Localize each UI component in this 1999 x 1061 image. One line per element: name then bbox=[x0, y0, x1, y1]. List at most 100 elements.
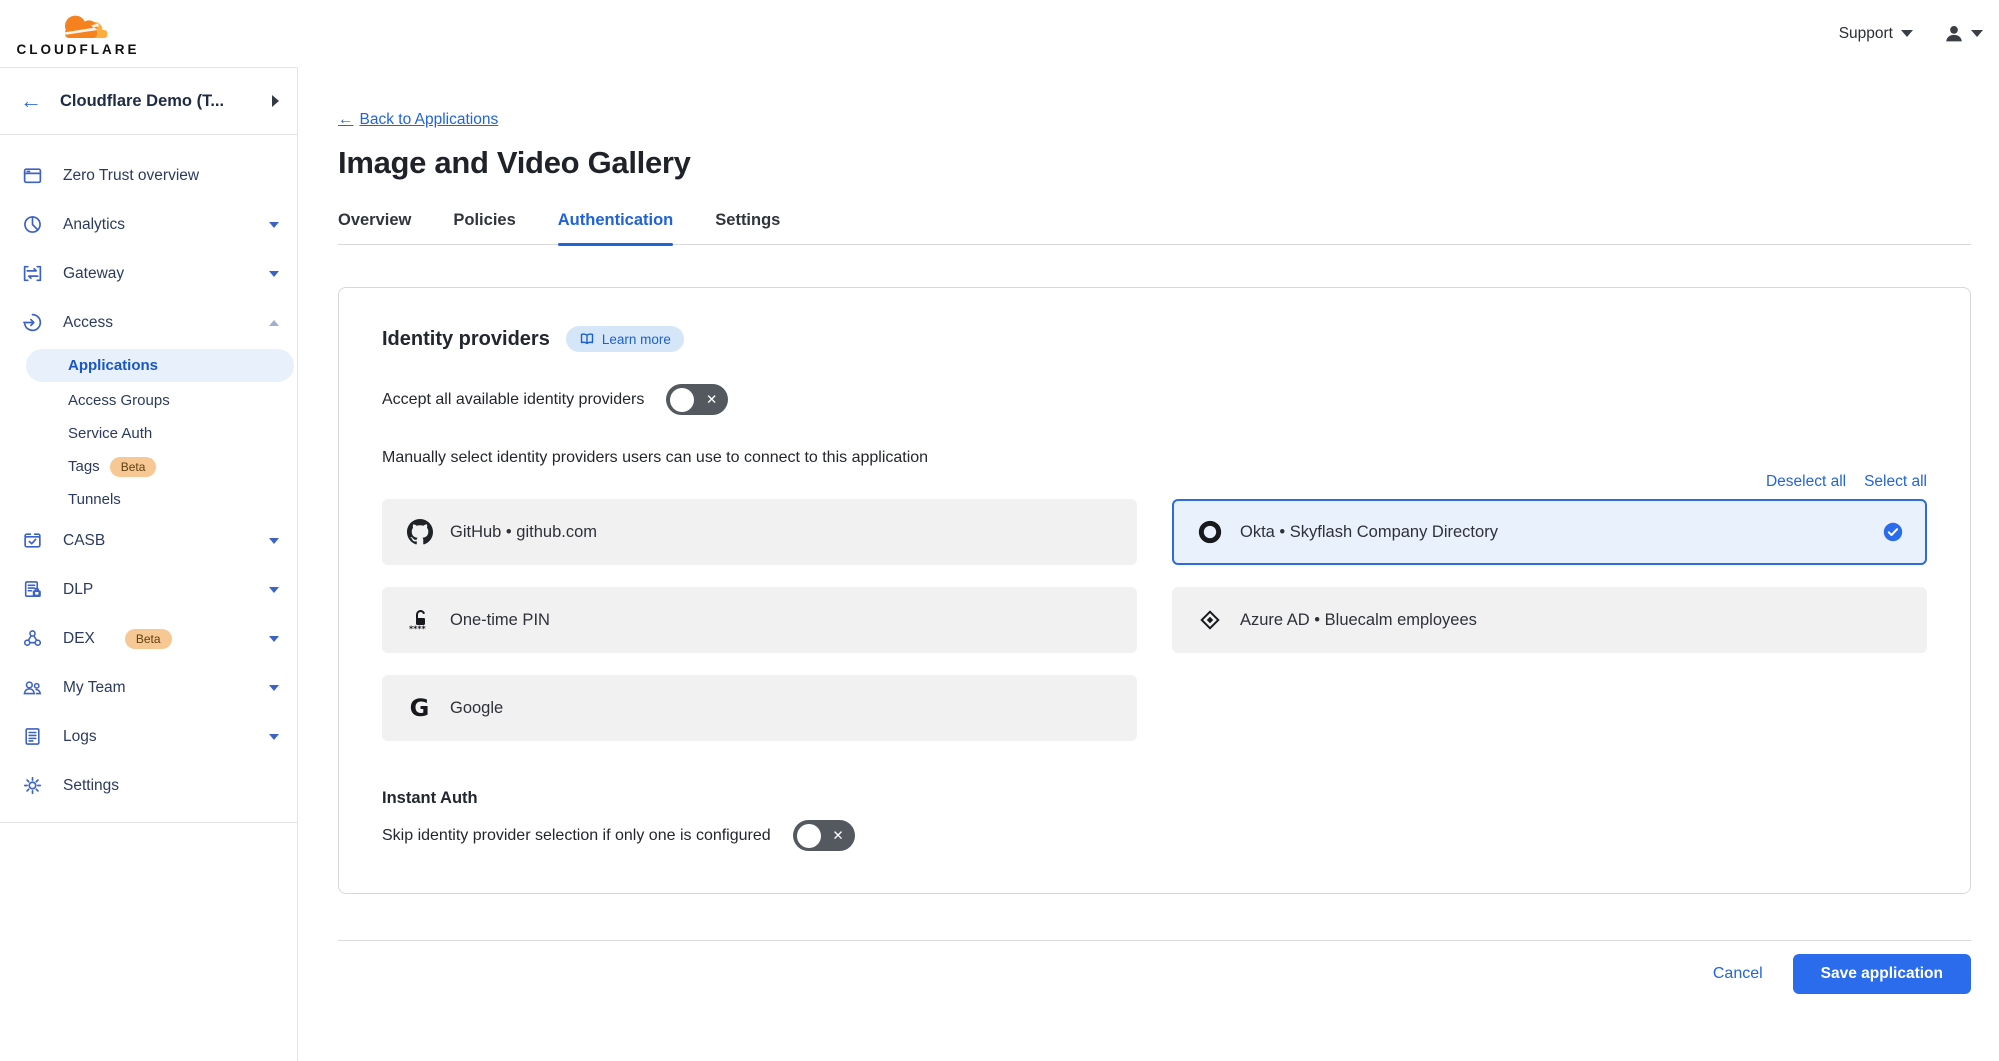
provider-card-google[interactable]: G Google bbox=[382, 675, 1137, 741]
svg-text:****: **** bbox=[409, 625, 427, 634]
dex-network-icon bbox=[22, 628, 43, 649]
tab-bar: Overview Policies Authentication Setting… bbox=[338, 211, 1971, 245]
provider-card-azure-ad[interactable]: Azure AD • Bluecalm employees bbox=[1172, 587, 1927, 653]
sidebar-item-label: Access bbox=[63, 314, 113, 332]
provider-card-one-time-pin[interactable]: **** One-time PIN bbox=[382, 587, 1137, 653]
sidebar-item-applications[interactable]: Applications bbox=[26, 349, 294, 382]
sidebar-item-tunnels[interactable]: Tunnels bbox=[0, 483, 297, 516]
okta-icon bbox=[1196, 519, 1223, 546]
chevron-right-icon[interactable] bbox=[272, 95, 279, 107]
sidebar-item-label: Analytics bbox=[63, 216, 125, 234]
support-menu[interactable]: Support bbox=[1839, 25, 1913, 43]
dlp-document-lock-icon bbox=[22, 579, 43, 600]
chevron-down-icon bbox=[269, 271, 279, 277]
chevron-down-icon bbox=[269, 538, 279, 544]
sidebar-item-logs[interactable]: Logs bbox=[0, 712, 297, 761]
chevron-down-icon bbox=[269, 222, 279, 228]
chevron-down-icon bbox=[269, 587, 279, 593]
azure-ad-icon bbox=[1196, 607, 1223, 634]
cloudflare-logo-text: CLOUDFLARE bbox=[17, 42, 140, 57]
provider-name: Azure AD • Bluecalm employees bbox=[1240, 611, 1477, 630]
learn-more-badge[interactable]: Learn more bbox=[566, 326, 684, 352]
sidebar-item-label: CASB bbox=[63, 532, 105, 550]
provider-card-okta[interactable]: Okta • Skyflash Company Directory bbox=[1172, 499, 1927, 565]
tab-overview[interactable]: Overview bbox=[338, 211, 411, 244]
page-title: Image and Video Gallery bbox=[338, 145, 1971, 181]
sidebar-item-my-team[interactable]: My Team bbox=[0, 663, 297, 712]
chevron-down-icon bbox=[269, 685, 279, 691]
learn-more-label: Learn more bbox=[602, 332, 671, 347]
sidebar-item-label: DLP bbox=[63, 581, 93, 599]
accept-all-label: Accept all available identity providers bbox=[382, 391, 644, 409]
tab-settings[interactable]: Settings bbox=[715, 211, 780, 244]
beta-badge: Beta bbox=[125, 629, 172, 649]
book-icon bbox=[579, 331, 595, 347]
window-icon bbox=[22, 165, 43, 186]
sidebar-item-gateway[interactable]: Gateway bbox=[0, 249, 297, 298]
account-name[interactable]: Cloudflare Demo (T... bbox=[60, 92, 224, 111]
toggle-knob bbox=[797, 824, 821, 848]
sidebar-item-casb[interactable]: CASB bbox=[0, 516, 297, 565]
footer-action-bar: Cancel Save application bbox=[338, 941, 1971, 1007]
tab-policies[interactable]: Policies bbox=[453, 211, 515, 244]
sidebar-item-label: Service Auth bbox=[68, 425, 152, 442]
card-title: Identity providers bbox=[382, 328, 550, 351]
sidebar-item-label: Applications bbox=[68, 357, 158, 374]
back-arrow-icon[interactable]: ← bbox=[20, 90, 42, 112]
cloudflare-cloud-icon bbox=[53, 11, 117, 41]
deselect-all-link[interactable]: Deselect all bbox=[1766, 473, 1846, 491]
sidebar-item-dex[interactable]: DEX Beta bbox=[0, 614, 297, 663]
save-application-button[interactable]: Save application bbox=[1793, 954, 1971, 994]
cancel-button[interactable]: Cancel bbox=[1713, 965, 1763, 983]
gateway-icon bbox=[22, 263, 43, 284]
user-icon bbox=[1943, 23, 1965, 45]
sidebar-account-header: ← Cloudflare Demo (T... bbox=[0, 68, 297, 135]
sidebar-item-service-auth[interactable]: Service Auth bbox=[0, 417, 297, 450]
sidebar-item-label: Access Groups bbox=[68, 392, 170, 409]
instant-auth-label: Skip identity provider selection if only… bbox=[382, 827, 771, 845]
user-menu[interactable] bbox=[1943, 23, 1983, 45]
sidebar: ← Cloudflare Demo (T... Zero Trust overv… bbox=[0, 67, 298, 1061]
provider-grid: GitHub • github.com Okta • Skyflash Comp… bbox=[382, 499, 1927, 741]
sidebar-item-dlp[interactable]: DLP bbox=[0, 565, 297, 614]
sidebar-item-label: Gateway bbox=[63, 265, 124, 283]
sidebar-item-label: DEX bbox=[63, 630, 95, 648]
chevron-down-icon bbox=[269, 734, 279, 740]
provider-card-github[interactable]: GitHub • github.com bbox=[382, 499, 1137, 565]
chevron-down-icon bbox=[1901, 30, 1913, 37]
sidebar-item-tags[interactable]: Tags Beta bbox=[0, 450, 297, 483]
selected-check-icon bbox=[1883, 522, 1903, 542]
arrow-left-icon: ← bbox=[338, 111, 354, 129]
beta-badge: Beta bbox=[110, 457, 157, 477]
sidebar-item-label: Tunnels bbox=[68, 491, 121, 508]
select-all-link[interactable]: Select all bbox=[1864, 473, 1927, 491]
back-link-label: Back to Applications bbox=[360, 111, 499, 129]
sidebar-item-settings[interactable]: Settings bbox=[0, 761, 297, 810]
cloudflare-logo[interactable]: CLOUDFLARE bbox=[14, 11, 142, 57]
chevron-down-icon bbox=[1971, 30, 1983, 37]
sidebar-item-access-groups[interactable]: Access Groups bbox=[0, 384, 297, 417]
chevron-down-icon bbox=[269, 636, 279, 642]
back-to-applications-link[interactable]: ← Back to Applications bbox=[338, 111, 498, 129]
one-time-pin-icon: **** bbox=[406, 607, 433, 634]
sidebar-nav: Zero Trust overview Analytics Gateway bbox=[0, 135, 297, 823]
toggle-off-x-icon: ✕ bbox=[832, 828, 843, 844]
cloudflare-zero-trust-dashboard: CLOUDFLARE Support ← Cloudflare Demo (T.… bbox=[0, 0, 1999, 1061]
provider-name: Google bbox=[450, 699, 503, 718]
sidebar-item-zero-trust-overview[interactable]: Zero Trust overview bbox=[0, 151, 297, 200]
accept-all-toggle[interactable]: ✕ bbox=[666, 384, 728, 415]
sidebar-item-label: Logs bbox=[63, 728, 97, 746]
sidebar-item-label: Tags bbox=[68, 458, 100, 475]
instant-auth-toggle[interactable]: ✕ bbox=[793, 820, 855, 851]
casb-box-check-icon bbox=[22, 530, 43, 551]
topbar-right: Support bbox=[1839, 23, 1983, 45]
team-people-icon bbox=[22, 677, 43, 698]
access-icon bbox=[22, 312, 43, 333]
gear-icon bbox=[22, 775, 43, 796]
provider-name: GitHub • github.com bbox=[450, 523, 597, 542]
sidebar-item-access[interactable]: Access bbox=[0, 298, 297, 347]
manual-select-text: Manually select identity providers users… bbox=[382, 449, 1927, 467]
chevron-up-icon bbox=[269, 320, 279, 326]
tab-authentication[interactable]: Authentication bbox=[558, 211, 674, 244]
sidebar-item-analytics[interactable]: Analytics bbox=[0, 200, 297, 249]
